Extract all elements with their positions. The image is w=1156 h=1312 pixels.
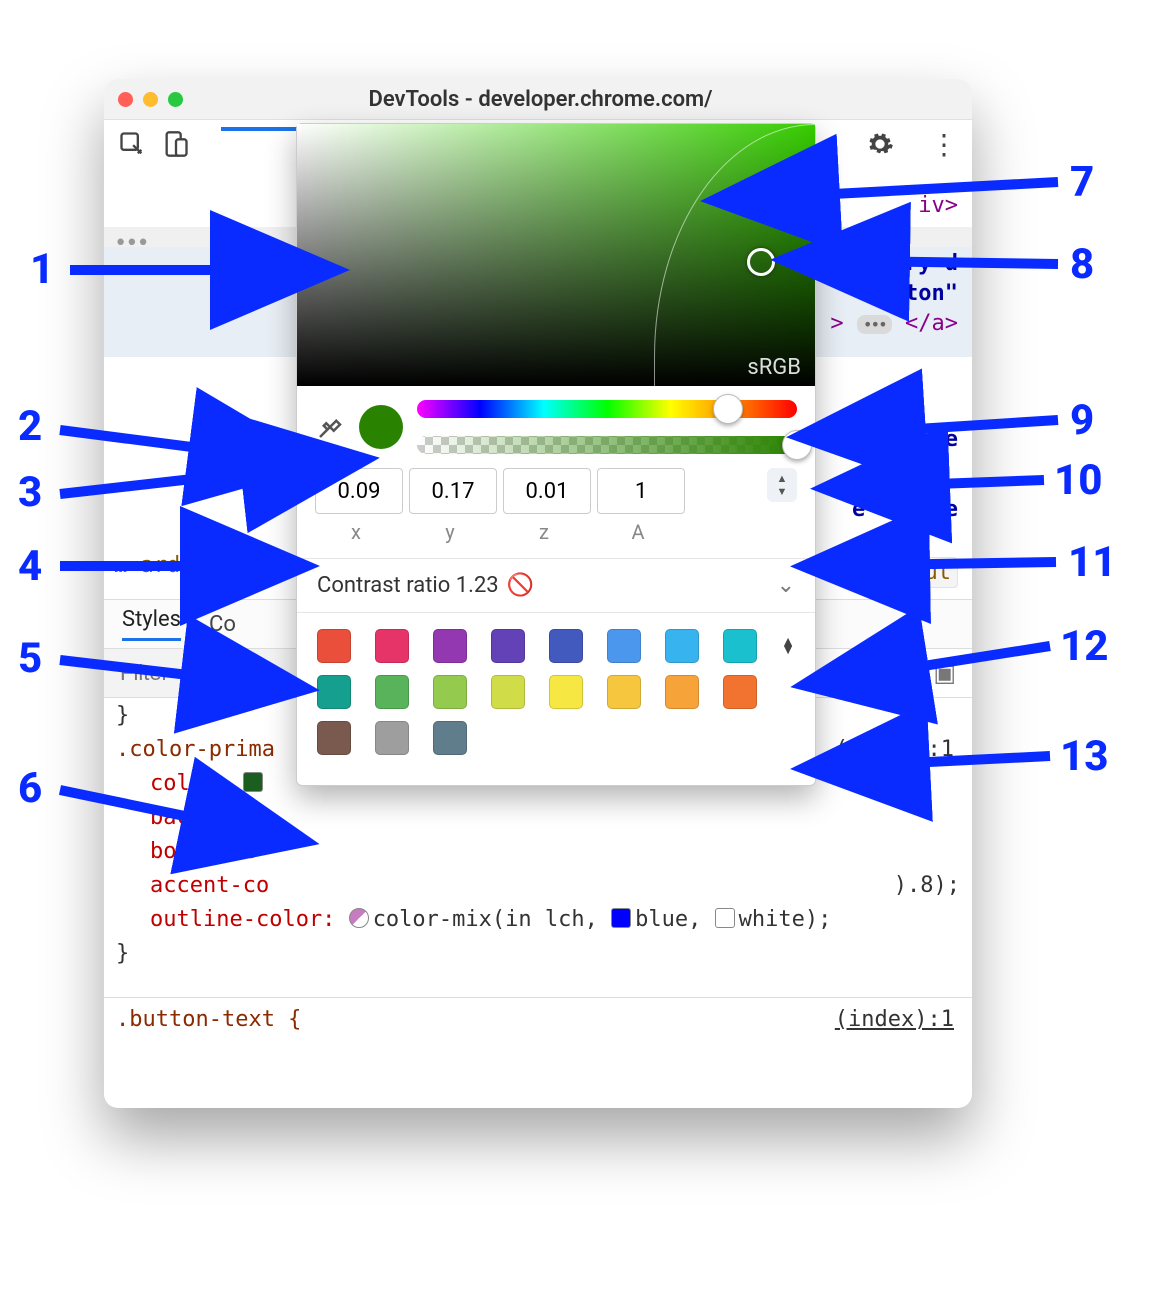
palette-swatch[interactable] bbox=[375, 675, 409, 709]
callout-4: 4 bbox=[18, 542, 42, 591]
callout-6: 6 bbox=[18, 764, 42, 813]
palette-swatch[interactable] bbox=[665, 629, 699, 663]
palette-stepper[interactable]: ▲▼ bbox=[781, 638, 795, 654]
code-snippet: out bbox=[904, 557, 958, 588]
code-snippet: rimary d bbox=[852, 251, 958, 276]
palette-swatch[interactable] bbox=[723, 675, 757, 709]
color-mix-chip[interactable] bbox=[349, 908, 369, 928]
chevron-down-icon[interactable]: ⌄ bbox=[777, 573, 795, 598]
palette-swatch[interactable] bbox=[433, 721, 467, 755]
palette-swatch[interactable] bbox=[433, 629, 467, 663]
css-prop[interactable]: border-c bbox=[150, 839, 256, 864]
palette-swatch[interactable] bbox=[549, 629, 583, 663]
palette-swatch[interactable] bbox=[317, 629, 351, 663]
css-selector[interactable]: .button-text { bbox=[116, 1007, 301, 1032]
shade-cursor[interactable] bbox=[747, 248, 775, 276]
source-link[interactable]: (index):1 bbox=[835, 1003, 954, 1037]
tab-styles[interactable]: Styles bbox=[122, 607, 181, 641]
window-title: DevTools - developer.chrome.com/ bbox=[123, 87, 958, 112]
callout-8: 8 bbox=[1070, 240, 1094, 289]
palette-swatch[interactable] bbox=[491, 629, 525, 663]
code-snippet: e rounde bbox=[852, 427, 958, 452]
diagram-stage: DevTools - developer.chrome.com/ ⋮ iv> r… bbox=[0, 0, 1156, 1312]
shade-field[interactable]: sRGB bbox=[297, 124, 815, 386]
channel-a-input[interactable] bbox=[597, 468, 685, 514]
palette-swatch[interactable] bbox=[607, 629, 641, 663]
code-snippet: utton" bbox=[879, 281, 958, 306]
channel-y-input[interactable] bbox=[409, 468, 497, 514]
css-prop[interactable]: outline-color: bbox=[150, 907, 335, 932]
contrast-row[interactable]: Contrast ratio 1.23 🚫 ⌄ bbox=[297, 558, 815, 612]
palette-swatch[interactable] bbox=[723, 629, 757, 663]
color-picker: sRGB x y z A ▲▼ Contrast ratio 1.2 bbox=[296, 123, 816, 786]
palette-row: ▲▼ bbox=[317, 629, 795, 663]
devtools-window: DevTools - developer.chrome.com/ ⋮ iv> r… bbox=[104, 79, 972, 1108]
current-color-swatch bbox=[359, 405, 403, 449]
device-toggle-icon[interactable] bbox=[162, 130, 190, 158]
ellipsis-icon: ••• bbox=[114, 231, 148, 256]
contrast-fail-icon: 🚫 bbox=[507, 573, 534, 598]
callout-1: 1 bbox=[30, 245, 54, 294]
gear-icon[interactable] bbox=[866, 130, 894, 158]
css-prop[interactable]: backgr bbox=[150, 805, 229, 830]
rule-divider bbox=[104, 997, 972, 998]
callout-7: 7 bbox=[1070, 158, 1094, 207]
gamut-boundary bbox=[654, 124, 815, 386]
hover-icon[interactable]: ⊕ bbox=[895, 659, 915, 687]
callout-11: 11 bbox=[1068, 538, 1116, 587]
alpha-slider[interactable] bbox=[417, 436, 797, 454]
channel-z-input[interactable] bbox=[503, 468, 591, 514]
format-stepper[interactable]: ▲▼ bbox=[767, 468, 797, 502]
callout-9: 9 bbox=[1070, 396, 1094, 445]
palette-row bbox=[317, 721, 795, 755]
palette: ▲▼ bbox=[297, 612, 815, 785]
palette-swatch[interactable] bbox=[317, 721, 351, 755]
code-snippet: > ••• </a> bbox=[830, 311, 958, 336]
breadcrumb[interactable]: … ard.hairlin bbox=[114, 553, 286, 578]
callout-13: 13 bbox=[1060, 732, 1108, 781]
hue-thumb[interactable] bbox=[713, 394, 743, 424]
callout-5: 5 bbox=[18, 634, 42, 683]
alpha-thumb[interactable] bbox=[782, 430, 812, 460]
css-prop[interactable]: accent-co bbox=[150, 873, 269, 898]
code-snippet: iv> bbox=[918, 193, 958, 218]
source-link[interactable]: (index):1 bbox=[835, 733, 954, 767]
callout-10: 10 bbox=[1054, 456, 1102, 505]
filter-input[interactable] bbox=[104, 649, 316, 697]
channel-x-input[interactable] bbox=[315, 468, 403, 514]
callout-12: 12 bbox=[1060, 622, 1108, 671]
tab-computed[interactable]: Co bbox=[209, 612, 236, 637]
palette-swatch[interactable] bbox=[607, 675, 641, 709]
channel-values: x y z A ▲▼ bbox=[297, 468, 815, 558]
palette-swatch[interactable] bbox=[433, 675, 467, 709]
css-selector[interactable]: .color-prima bbox=[116, 737, 275, 762]
gamut-label: sRGB bbox=[747, 355, 801, 380]
inspect-icon[interactable] bbox=[118, 130, 146, 158]
styles-rules-2: .button-text { (index):1 bbox=[116, 1003, 960, 1037]
callout-2: 2 bbox=[18, 402, 42, 451]
callout-3: 3 bbox=[18, 468, 42, 517]
palette-swatch[interactable] bbox=[549, 675, 583, 709]
css-prop[interactable]: color: bbox=[150, 771, 229, 796]
code-snippet: e rounde bbox=[852, 497, 958, 522]
palette-swatch[interactable] bbox=[375, 721, 409, 755]
kebab-icon[interactable]: ⋮ bbox=[930, 128, 958, 161]
toggle-classes-icon[interactable]: ▣ bbox=[933, 659, 956, 687]
palette-swatch[interactable] bbox=[665, 675, 699, 709]
hue-slider[interactable] bbox=[417, 400, 797, 418]
titlebar: DevTools - developer.chrome.com/ bbox=[104, 79, 972, 120]
palette-swatch[interactable] bbox=[491, 675, 525, 709]
eyedropper-icon[interactable] bbox=[315, 412, 345, 442]
palette-swatch[interactable] bbox=[317, 675, 351, 709]
palette-row bbox=[317, 675, 795, 709]
palette-swatch[interactable] bbox=[375, 629, 409, 663]
